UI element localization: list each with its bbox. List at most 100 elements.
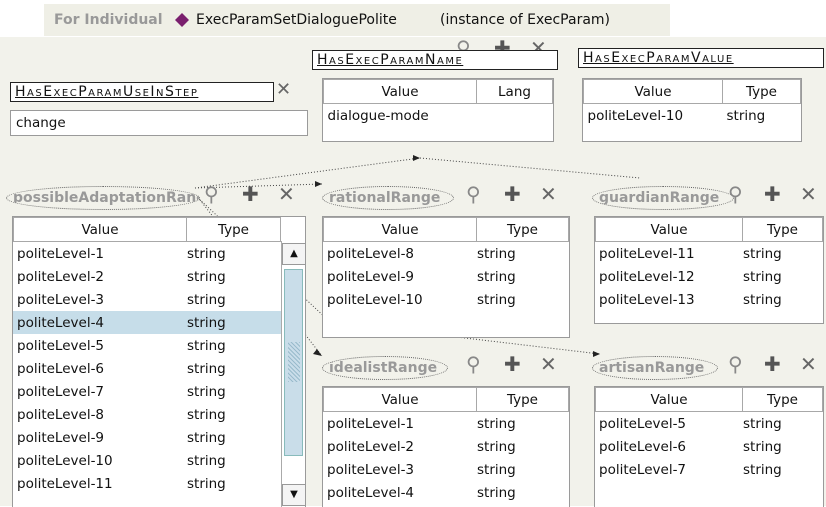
column-header[interactable]: Type (476, 387, 569, 412)
column-header[interactable]: Type (742, 387, 823, 412)
table-row[interactable]: politeLevel-1 string (323, 412, 569, 435)
table-row[interactable]: politeLevel-3 string (13, 288, 281, 311)
table-row[interactable]: politeLevel-3 string (323, 458, 569, 481)
cell-value: politeLevel-4 (327, 484, 415, 501)
param-value-table: Value Type politeLevel-10 string (582, 78, 802, 142)
remove-icon[interactable]: ✕ (800, 354, 817, 374)
cell-type: string (187, 406, 226, 423)
table-row[interactable]: politeLevel-7 string (595, 458, 823, 481)
table-row[interactable]: politeLevel-11 string (13, 472, 281, 495)
table-row[interactable]: politeLevel-2 string (13, 265, 281, 288)
cell-value: politeLevel-1 (17, 245, 105, 262)
arrow-head-icon (413, 155, 420, 161)
column-header[interactable]: Value (583, 79, 723, 104)
table-row[interactable]: politeLevel-12 string (595, 265, 823, 288)
cell-value: politeLevel-13 (599, 291, 695, 308)
table-row[interactable]: politeLevel-2 string (323, 435, 569, 458)
table-row[interactable]: politeLevel-11 string (595, 242, 823, 265)
table-row[interactable]: politeLevel-5 string (13, 334, 281, 357)
cell-type: string (743, 268, 782, 285)
connector-line (194, 157, 421, 189)
key-icon[interactable]: ⚲ (466, 354, 481, 374)
cell-value: politeLevel-12 (599, 268, 695, 285)
cell-type: string (726, 107, 766, 124)
artisan-range-table: Value Type politeLevel-5 string politeLevel… (594, 386, 824, 507)
possible-range-rows: politeLevel-1 string politeLevel-2 string po… (13, 242, 281, 495)
cell-value: politeLevel-6 (17, 360, 105, 377)
table-row[interactable]: politeLevel-10 string (584, 104, 801, 128)
cell-type: string (187, 360, 226, 377)
cell-type: string (743, 438, 782, 455)
cell-type: string (187, 337, 226, 354)
table-row[interactable]: politeLevel-8 string (323, 242, 569, 265)
cell-type: string (187, 245, 226, 262)
column-header[interactable]: Type (722, 79, 801, 104)
table-row[interactable]: politeLevel-8 string (13, 403, 281, 426)
column-header[interactable]: Type (476, 217, 569, 242)
table-row[interactable]: politeLevel-9 string (13, 426, 281, 449)
idealist-range-rows: politeLevel-1 string politeLevel-2 string po… (323, 412, 569, 504)
cell-value: politeLevel-7 (599, 461, 687, 478)
cell-type: string (477, 461, 516, 478)
key-icon[interactable]: ⚲ (204, 184, 219, 204)
scroll-grip (288, 342, 300, 382)
remove-icon[interactable]: ✕ (540, 184, 557, 204)
cell-value: politeLevel-10 (17, 452, 113, 469)
add-icon[interactable]: ✚ (764, 184, 781, 204)
column-header[interactable]: Lang (476, 79, 553, 104)
use-in-step-field[interactable]: change (10, 110, 308, 136)
arrow-head-icon (315, 181, 322, 187)
arrow-down-icon[interactable]: ▼ (282, 484, 306, 506)
table-row[interactable]: politeLevel-6 string (595, 435, 823, 458)
rational-range-rows: politeLevel-8 string politeLevel-9 string po… (323, 242, 569, 311)
remove-icon[interactable]: ✕ (540, 354, 557, 374)
remove-icon[interactable]: ✕ (800, 184, 817, 204)
table-row[interactable]: politeLevel-10 string (13, 449, 281, 472)
cell-value: politeLevel-6 (599, 438, 687, 455)
column-header[interactable]: Value (13, 217, 187, 242)
remove-icon[interactable]: ✕ (278, 184, 295, 204)
cell-type: string (187, 475, 226, 492)
add-icon[interactable]: ✚ (242, 184, 259, 204)
vertical-scrollbar[interactable]: ▲ ▼ (281, 241, 306, 507)
table-row[interactable]: politeLevel-7 string (13, 380, 281, 403)
column-header[interactable]: Value (323, 79, 477, 104)
cell-value: politeLevel-10 (587, 107, 684, 124)
key-icon[interactable]: ⚲ (728, 354, 743, 374)
table-row[interactable]: dialogue-mode (324, 104, 553, 128)
table-row[interactable]: politeLevel-4 string (323, 481, 569, 504)
table-row[interactable]: politeLevel-9 string (323, 265, 569, 288)
key-icon[interactable]: ⚲ (728, 184, 743, 204)
cell-value: politeLevel-2 (327, 438, 415, 455)
column-header[interactable]: Type (186, 217, 281, 242)
arrow-up-icon[interactable]: ▲ (282, 243, 306, 265)
column-header[interactable]: Value (595, 387, 743, 412)
cell-value: dialogue-mode (327, 107, 429, 124)
add-icon[interactable]: ✚ (504, 354, 521, 374)
add-icon[interactable]: ✚ (764, 354, 781, 374)
table-row[interactable]: politeLevel-10 string (323, 288, 569, 311)
table-row[interactable]: politeLevel-13 string (595, 288, 823, 311)
close-icon[interactable]: ✕ (276, 80, 291, 100)
column-header[interactable]: Value (323, 217, 477, 242)
table-row[interactable]: politeLevel-1 string (13, 242, 281, 265)
column-header[interactable]: Value (323, 387, 477, 412)
possible-range-table: Value Type politeLevel-1 string politeLevel… (12, 216, 306, 507)
cell-type: string (187, 429, 226, 446)
cell-type: string (743, 291, 782, 308)
cell-type: string (477, 415, 516, 432)
table-row[interactable]: politeLevel-5 string (595, 412, 823, 435)
scroll-thumb[interactable] (284, 269, 303, 456)
column-header[interactable]: Value (595, 217, 743, 242)
rational-range-label: rationalRange (322, 186, 454, 210)
guardian-range-table: Value Type politeLevel-11 string politeLeve… (594, 216, 824, 324)
add-icon[interactable]: ✚ (504, 184, 521, 204)
table-row[interactable]: politeLevel-6 string (13, 357, 281, 380)
idealist-range-table: Value Type politeLevel-1 string politeLevel… (322, 386, 570, 507)
key-icon[interactable]: ⚲ (466, 184, 481, 204)
cell-type: string (743, 415, 782, 432)
column-header[interactable]: Type (742, 217, 823, 242)
param-value-title: HasExecParamValue (578, 48, 824, 68)
table-row[interactable]: politeLevel-4 string (13, 311, 281, 334)
cell-type: string (187, 452, 226, 469)
